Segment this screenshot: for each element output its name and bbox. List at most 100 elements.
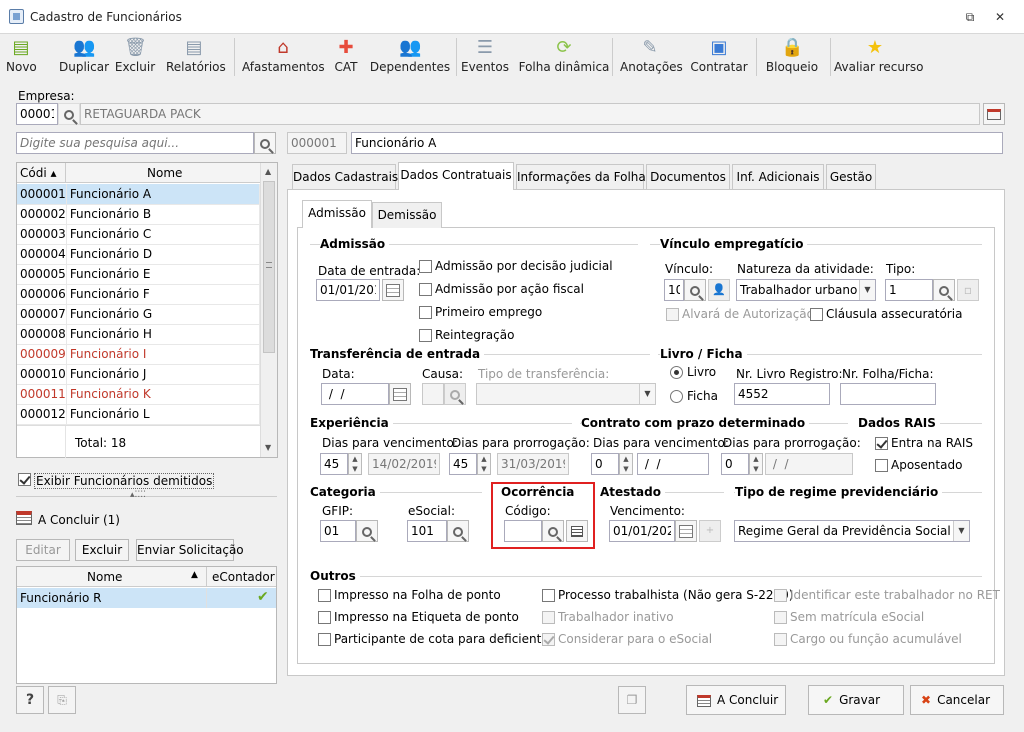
admissao-opt-label[interactable]: Admissão por ação fiscal: [435, 282, 584, 296]
exibir-demitidos-checkbox[interactable]: [18, 473, 31, 486]
exp-venc-days-input[interactable]: [320, 453, 348, 475]
table-row[interactable]: 000002 Funcionário B: [17, 204, 261, 225]
livro-radio-label[interactable]: Livro: [687, 365, 716, 379]
tab-dados-contratuais[interactable]: Dados Contratuais: [398, 162, 514, 190]
col-nome-header[interactable]: Nome: [87, 570, 122, 584]
clausula-checkbox[interactable]: [810, 308, 823, 321]
toolbar-button-avaliar-recurso[interactable]: ★ Avaliar recurso: [834, 34, 924, 80]
cont-prorr-days-input[interactable]: [721, 453, 749, 475]
data-entrada-input[interactable]: [316, 279, 380, 301]
table-row[interactable]: Funcionário R ✔: [17, 588, 276, 608]
gravar-button[interactable]: ✔ Gravar: [808, 685, 904, 715]
table-row[interactable]: 000004 Funcionário D: [17, 244, 261, 265]
search-icon[interactable]: [684, 279, 706, 301]
regime-select[interactable]: Regime Geral da Previdência Social (RGP ▼: [734, 520, 970, 542]
admissao-opt-checkbox[interactable]: [419, 306, 432, 319]
table-row[interactable]: 000003 Funcionário C: [17, 224, 261, 245]
table-row[interactable]: 000008 Funcionário H: [17, 324, 261, 345]
exp-prorr-days-input[interactable]: [449, 453, 477, 475]
col-econtador-header[interactable]: eContador: [212, 570, 275, 584]
close-icon[interactable]: ✕: [990, 8, 1010, 26]
stepper-icon[interactable]: ▲ ▼: [348, 453, 362, 475]
cancelar-button[interactable]: ✖ Cancelar: [910, 685, 1004, 715]
nr-folha-input[interactable]: [840, 383, 936, 405]
toolbar-button-eventos[interactable]: ☰ Eventos: [460, 34, 510, 80]
toolbar-button-anotações[interactable]: ✎ Anotações: [620, 34, 683, 80]
cont-venc-date-input[interactable]: [637, 453, 709, 475]
tipo-input[interactable]: [885, 279, 933, 301]
toolbar-button-folha-dinâmica[interactable]: ⟳ Folha dinâmica: [516, 34, 612, 80]
nr-livro-input[interactable]: [734, 383, 830, 405]
admissao-opt-label[interactable]: Primeiro emprego: [435, 305, 542, 319]
tab-inf-adicionais[interactable]: Inf. Adicionais: [732, 164, 824, 190]
search-icon[interactable]: [447, 520, 469, 542]
outros-label[interactable]: Impresso na Folha de ponto: [334, 588, 501, 602]
exibir-demitidos-label[interactable]: Exibir Funcionários demitidos: [34, 473, 215, 489]
splitter-grip-icon[interactable]: ▴⁚⁚⁚⁚: [130, 490, 146, 500]
toolbar-button-duplicar[interactable]: 👥 Duplicar: [56, 34, 112, 80]
toolbar-button-bloqueio[interactable]: 🔒 Bloqueio: [764, 34, 820, 80]
table-row[interactable]: 000010 Funcionário J: [17, 364, 261, 385]
vinculo-input[interactable]: [664, 279, 684, 301]
empresa-code-input[interactable]: [16, 103, 58, 125]
subtab-admissão[interactable]: Admissão: [302, 200, 372, 228]
search-icon[interactable]: [356, 520, 378, 542]
entra-rais-checkbox[interactable]: [875, 437, 888, 450]
subtab-demissão[interactable]: Demissão: [372, 202, 442, 228]
editar-button[interactable]: Editar: [16, 539, 70, 561]
admissao-opt-label[interactable]: Reintegração: [435, 328, 514, 342]
entra-rais-label[interactable]: Entra na RAIS: [891, 436, 973, 450]
calendar-icon[interactable]: [675, 520, 697, 542]
search-input[interactable]: [16, 132, 254, 154]
clausula-label[interactable]: Cláusula assecuratória: [826, 307, 962, 321]
livro-radio[interactable]: [670, 366, 683, 379]
esocial-input[interactable]: [407, 520, 447, 542]
col-name-header[interactable]: Nome: [147, 166, 182, 180]
scrollbar[interactable]: ▲ ▼: [260, 163, 277, 457]
toolbar-button-afastamentos[interactable]: ⌂ Afastamentos: [242, 34, 325, 80]
selected-name-field[interactable]: [351, 132, 1003, 154]
search-button-icon[interactable]: [254, 132, 276, 154]
toolbar-button-contratar[interactable]: ▣ Contratar: [690, 34, 748, 80]
atestado-venc-input[interactable]: [609, 520, 675, 542]
table-row[interactable]: 000009 Funcionário I: [17, 344, 261, 365]
excluir-button[interactable]: Excluir: [75, 539, 129, 561]
cont-venc-days-input[interactable]: [591, 453, 619, 475]
search-icon[interactable]: [58, 103, 80, 125]
outros-checkbox[interactable]: [542, 589, 555, 602]
aposentado-checkbox[interactable]: [875, 459, 888, 472]
outros-label[interactable]: Impresso na Etiqueta de ponto: [334, 610, 519, 624]
ficha-radio[interactable]: [670, 390, 683, 403]
scrollbar-thumb[interactable]: [263, 181, 275, 353]
outros-checkbox[interactable]: [318, 589, 331, 602]
table-row[interactable]: 000001 Funcionário A: [17, 184, 261, 205]
table-row[interactable]: 000012 Funcionário L: [17, 404, 261, 425]
a-concluir-button[interactable]: A Concluir: [686, 685, 786, 715]
table-row[interactable]: 000005 Funcionário E: [17, 264, 261, 285]
outros-checkbox[interactable]: [318, 611, 331, 624]
natureza-select[interactable]: Trabalhador urbano ▼: [736, 279, 876, 301]
ocorrencia-codigo-input[interactable]: [504, 520, 542, 542]
outros-label[interactable]: Participante de cota para deficientes: [334, 632, 555, 646]
admissao-opt-checkbox[interactable]: [419, 260, 432, 273]
stepper-icon[interactable]: ▲ ▼: [477, 453, 491, 475]
toolbar-button-novo[interactable]: ▤ Novo: [6, 34, 37, 80]
toolbar-button-dependentes[interactable]: 👥 Dependentes: [368, 34, 452, 80]
admissao-opt-label[interactable]: Admissão por decisão judicial: [435, 259, 613, 273]
list-icon[interactable]: [566, 520, 588, 542]
table-row[interactable]: 000011 Funcionário K: [17, 384, 261, 405]
toolbar-button-cat[interactable]: ✚ CAT: [328, 34, 364, 80]
help-button[interactable]: ?: [16, 686, 44, 714]
outros-checkbox[interactable]: [318, 633, 331, 646]
calendar-icon[interactable]: [382, 279, 404, 301]
tab-documentos[interactable]: Documentos: [646, 164, 730, 190]
tab-informa-es-da-folha[interactable]: Informações da Folha: [516, 164, 646, 190]
enviar-solicitacao-button[interactable]: Enviar Solicitação: [136, 539, 244, 561]
stepper-icon[interactable]: ▲ ▼: [619, 453, 633, 475]
admissao-opt-checkbox[interactable]: [419, 283, 432, 296]
table-row[interactable]: 000007 Funcionário G: [17, 304, 261, 325]
restore-icon[interactable]: ⧉: [960, 8, 980, 26]
stepper-icon[interactable]: ▲ ▼: [749, 453, 763, 475]
transf-data-input[interactable]: [321, 383, 389, 405]
gfip-input[interactable]: [320, 520, 356, 542]
